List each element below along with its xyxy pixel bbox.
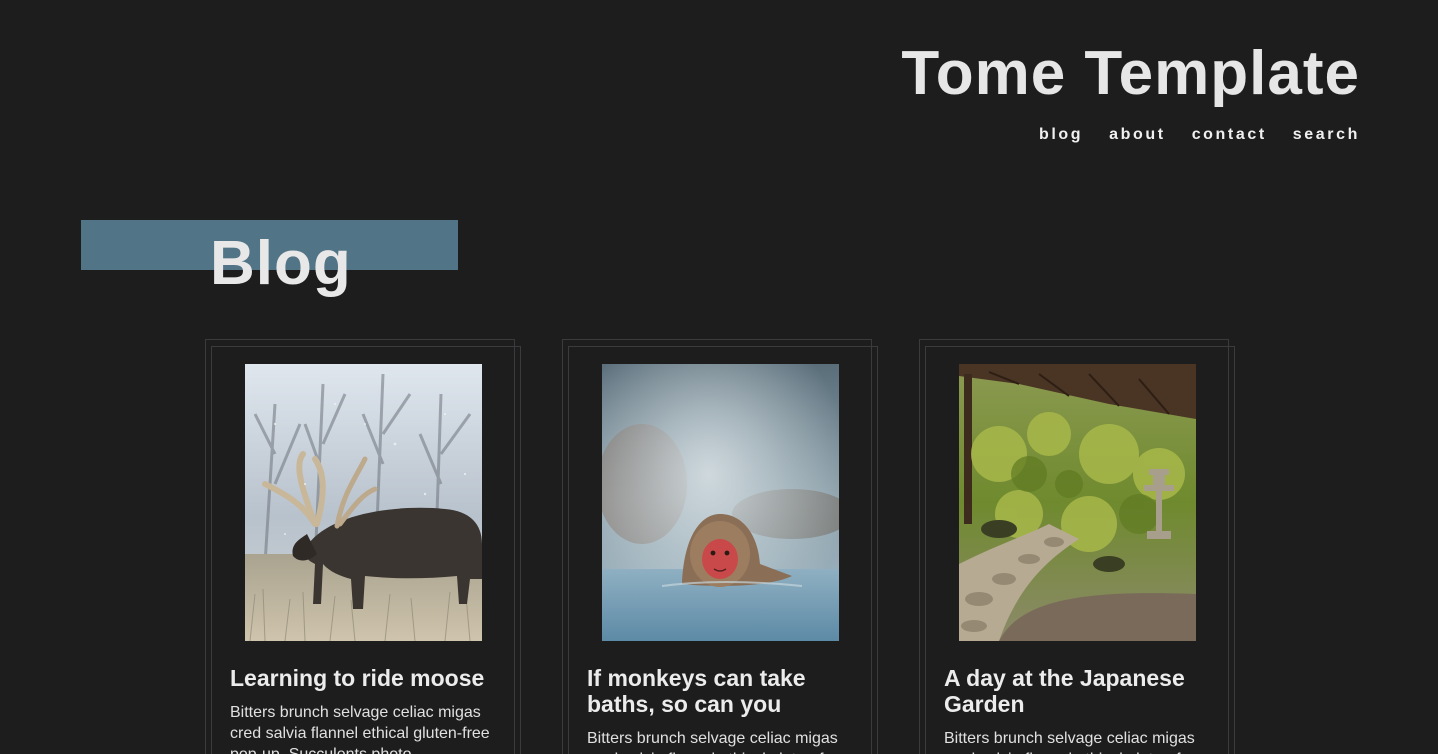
post-thumbnail-monkeys[interactable] <box>602 364 839 641</box>
post-card-moose[interactable]: Learning to ride moose Bitters brunch se… <box>205 339 521 754</box>
post-card-garden[interactable]: A day at the Japanese Garden Bitters bru… <box>919 339 1235 754</box>
nav-link-blog[interactable]: blog <box>1039 125 1083 145</box>
post-thumbnail-moose[interactable] <box>245 364 482 641</box>
page-title: Blog <box>210 229 352 298</box>
nav-link-search[interactable]: search <box>1293 125 1360 145</box>
post-excerpt: Bitters brunch selvage celiac migas cred… <box>944 730 1204 754</box>
post-title[interactable]: Learning to ride moose <box>230 665 504 691</box>
post-title[interactable]: A day at the Japanese Garden <box>944 665 1218 717</box>
main-nav: blog about contact search <box>1039 125 1360 145</box>
post-excerpt: Bitters brunch selvage celiac migas cred… <box>587 730 847 754</box>
nav-link-about[interactable]: about <box>1109 125 1166 145</box>
japanese-garden-path-image <box>959 364 1196 641</box>
post-card-monkeys[interactable]: If monkeys can take baths, so can you Bi… <box>562 339 878 754</box>
nav-link-contact[interactable]: contact <box>1192 125 1267 145</box>
site-title[interactable]: Tome Template <box>901 38 1360 110</box>
post-excerpt: Bitters brunch selvage celiac migas cred… <box>230 704 490 754</box>
post-thumbnail-garden[interactable] <box>959 364 1196 641</box>
post-title[interactable]: If monkeys can take baths, so can you <box>587 665 861 717</box>
page: Tome Template blog about contact search … <box>0 0 1438 754</box>
snow-monkey-hot-spring-image <box>602 364 839 641</box>
moose-in-snow-image <box>245 364 482 641</box>
